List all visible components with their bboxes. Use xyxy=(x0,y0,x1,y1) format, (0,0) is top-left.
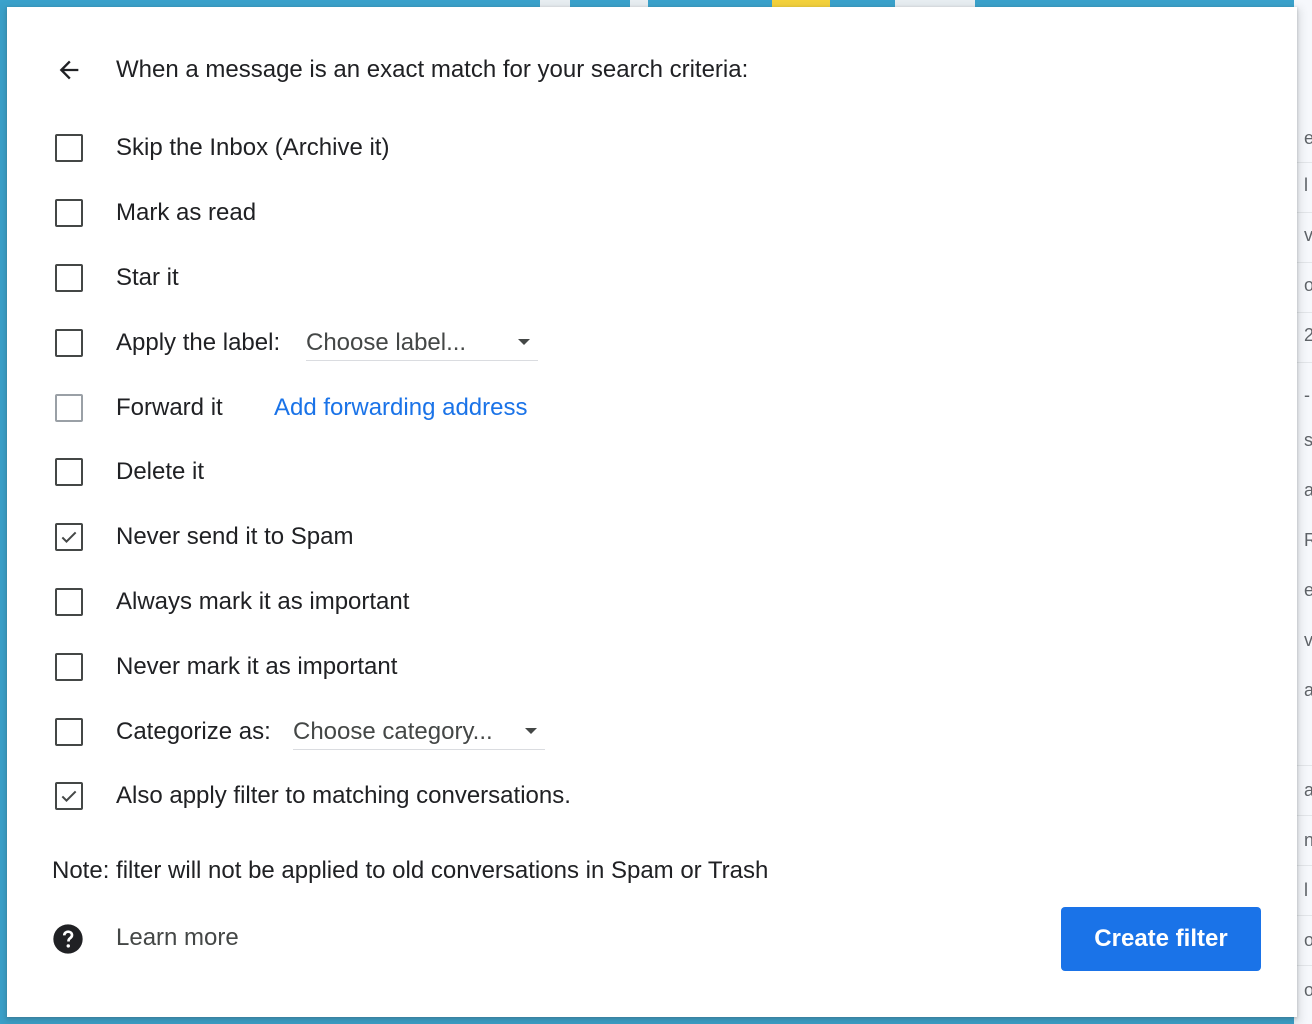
option-apply-to-matching: Also apply filter to matching conversati… xyxy=(7,776,1297,816)
option-label: Always mark it as important xyxy=(116,588,410,615)
background-glyph: a xyxy=(1304,680,1312,700)
background-decoration xyxy=(540,0,570,7)
option-label: Star it xyxy=(116,264,179,291)
label-select-value: Choose label... xyxy=(306,328,467,356)
checkmark-icon xyxy=(61,790,77,802)
background-glyph: e xyxy=(1304,580,1312,600)
learn-more-link[interactable]: Learn more xyxy=(116,924,239,952)
dropdown-arrow-icon xyxy=(525,728,537,734)
option-skip-inbox: Skip the Inbox (Archive it) xyxy=(7,128,1297,168)
create-filter-button[interactable]: Create filter xyxy=(1061,907,1261,971)
option-label: Apply the label: xyxy=(116,329,281,356)
background-glyph: o xyxy=(1304,980,1312,1000)
background-glyph: s xyxy=(1304,430,1312,450)
option-mark-as-read: Mark as read xyxy=(7,193,1297,233)
background-glyph: v xyxy=(1304,630,1312,650)
option-always-important: Always mark it as important xyxy=(7,582,1297,622)
apply-to-matching-checkbox[interactable] xyxy=(55,782,83,810)
forward-it-checkbox xyxy=(55,394,83,422)
category-select[interactable]: Choose category... xyxy=(293,714,545,750)
option-label: Skip the Inbox (Archive it) xyxy=(116,134,390,161)
back-button[interactable] xyxy=(49,50,89,90)
mark-as-read-checkbox[interactable] xyxy=(55,199,83,227)
dropdown-arrow-icon xyxy=(518,339,530,345)
option-categorize: Categorize as: Choose category... xyxy=(7,712,1297,752)
background-glyph: v xyxy=(1304,225,1312,245)
never-spam-checkbox[interactable] xyxy=(55,523,83,551)
background-glyph: - xyxy=(1304,385,1310,405)
background-glyph: l xyxy=(1304,175,1308,195)
option-label: Forward it xyxy=(116,394,223,421)
background-glyph: o xyxy=(1304,275,1312,295)
option-label: Categorize as: xyxy=(116,718,271,745)
background-glyph: a xyxy=(1304,480,1312,500)
star-it-checkbox[interactable] xyxy=(55,264,83,292)
dialog-header: When a message is an exact match for you… xyxy=(7,47,1297,93)
delete-it-checkbox[interactable] xyxy=(55,458,83,486)
background-glyph: o xyxy=(1304,930,1312,950)
category-select-value: Choose category... xyxy=(293,717,493,745)
option-never-spam: Never send it to Spam xyxy=(7,517,1297,557)
background-decoration xyxy=(895,0,975,7)
categorize-checkbox[interactable] xyxy=(55,718,83,746)
option-star-it: Star it xyxy=(7,258,1297,298)
option-apply-label: Apply the label: Choose label... xyxy=(7,323,1297,363)
checkmark-icon xyxy=(61,531,77,543)
option-label: Never mark it as important xyxy=(116,653,398,680)
background-glyph: l xyxy=(1304,880,1308,900)
filter-note: Note: filter will not be applied to old … xyxy=(52,857,769,884)
dialog-header-text: When a message is an exact match for you… xyxy=(116,56,749,83)
background-glyph: e xyxy=(1304,128,1312,148)
label-select[interactable]: Choose label... xyxy=(306,325,538,361)
arrow-back-icon xyxy=(59,60,79,80)
help-circle-icon[interactable] xyxy=(52,923,84,955)
option-label: Also apply filter to matching conversati… xyxy=(116,782,571,809)
background-glyph: a xyxy=(1304,780,1312,800)
background-glyph: n xyxy=(1304,830,1312,850)
option-label: Mark as read xyxy=(116,199,257,226)
add-forwarding-address-link[interactable]: Add forwarding address xyxy=(274,394,527,422)
always-important-checkbox[interactable] xyxy=(55,588,83,616)
background-glyph: 2 xyxy=(1304,325,1312,345)
filter-actions-dialog: When a message is an exact match for you… xyxy=(7,7,1297,1017)
option-label: Never send it to Spam xyxy=(116,523,354,550)
background-decoration xyxy=(630,0,648,7)
option-label: Delete it xyxy=(116,458,205,485)
skip-inbox-checkbox[interactable] xyxy=(55,134,83,162)
apply-label-checkbox[interactable] xyxy=(55,329,83,357)
option-never-important: Never mark it as important xyxy=(7,647,1297,687)
option-delete-it: Delete it xyxy=(7,452,1297,492)
background-decoration xyxy=(772,0,830,7)
option-forward-it: Forward it Add forwarding address xyxy=(7,388,1297,428)
never-important-checkbox[interactable] xyxy=(55,653,83,681)
background-glyph: R xyxy=(1304,530,1312,550)
